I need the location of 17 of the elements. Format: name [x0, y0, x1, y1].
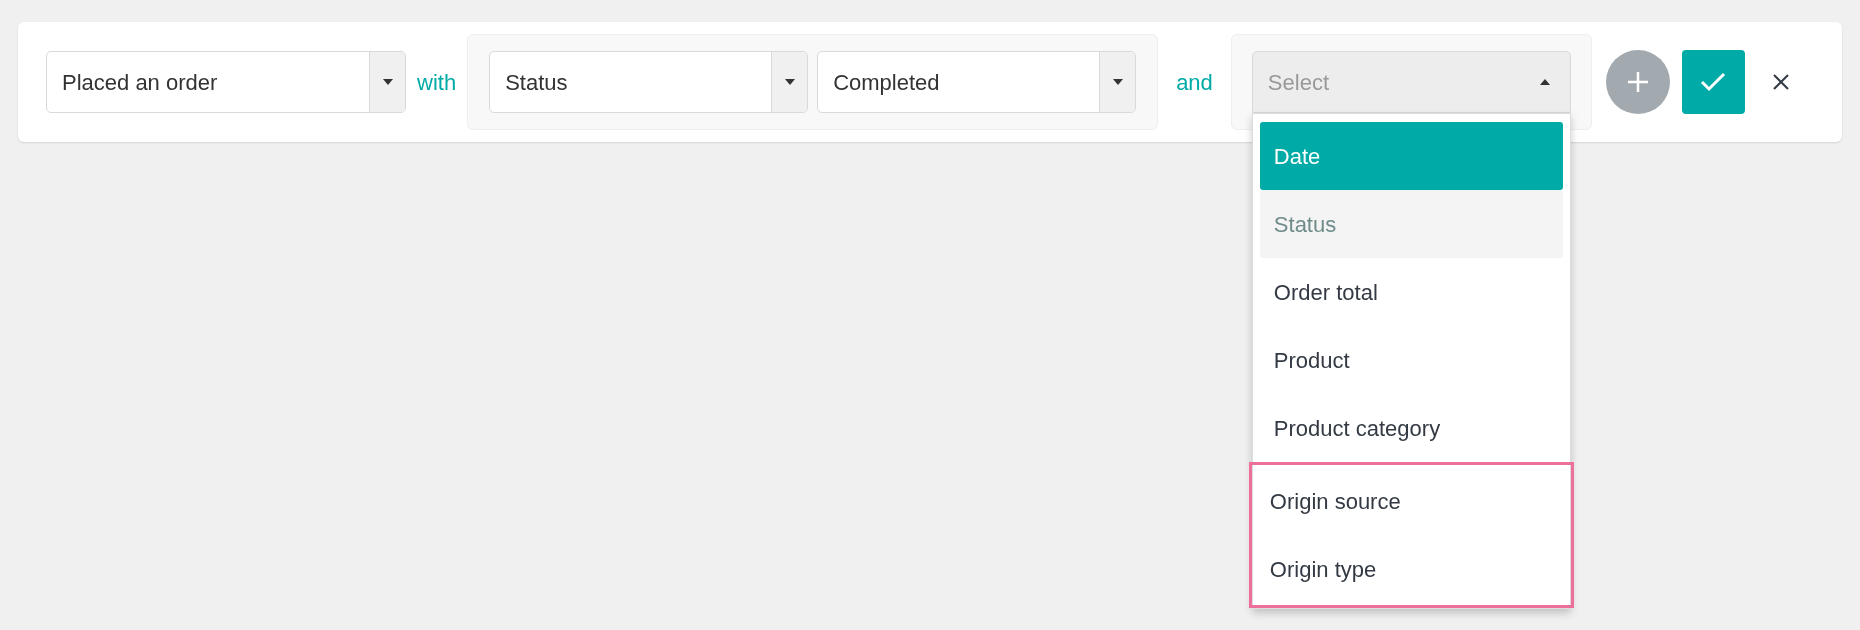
- and-label: and: [1176, 68, 1213, 97]
- close-icon: [1772, 74, 1789, 90]
- select-value: Status: [504, 68, 569, 97]
- select-value: Placed an order: [61, 68, 219, 97]
- plus-icon: [1626, 71, 1649, 93]
- select-placeholder: Select: [1266, 68, 1330, 97]
- select-value: Completed: [832, 68, 941, 97]
- caret-icon: [382, 79, 393, 85]
- caret-icon: [1539, 79, 1550, 85]
- confirm-button[interactable]: [1681, 50, 1745, 114]
- caret-icon: [784, 79, 795, 85]
- caret-icon: [1112, 79, 1123, 85]
- select-field[interactable]: Status: [489, 51, 809, 113]
- select-field[interactable]: Placed an order: [46, 51, 406, 113]
- select-field[interactable]: Completed: [817, 51, 1137, 113]
- check-icon: [1700, 72, 1727, 92]
- with-label: with: [417, 68, 457, 97]
